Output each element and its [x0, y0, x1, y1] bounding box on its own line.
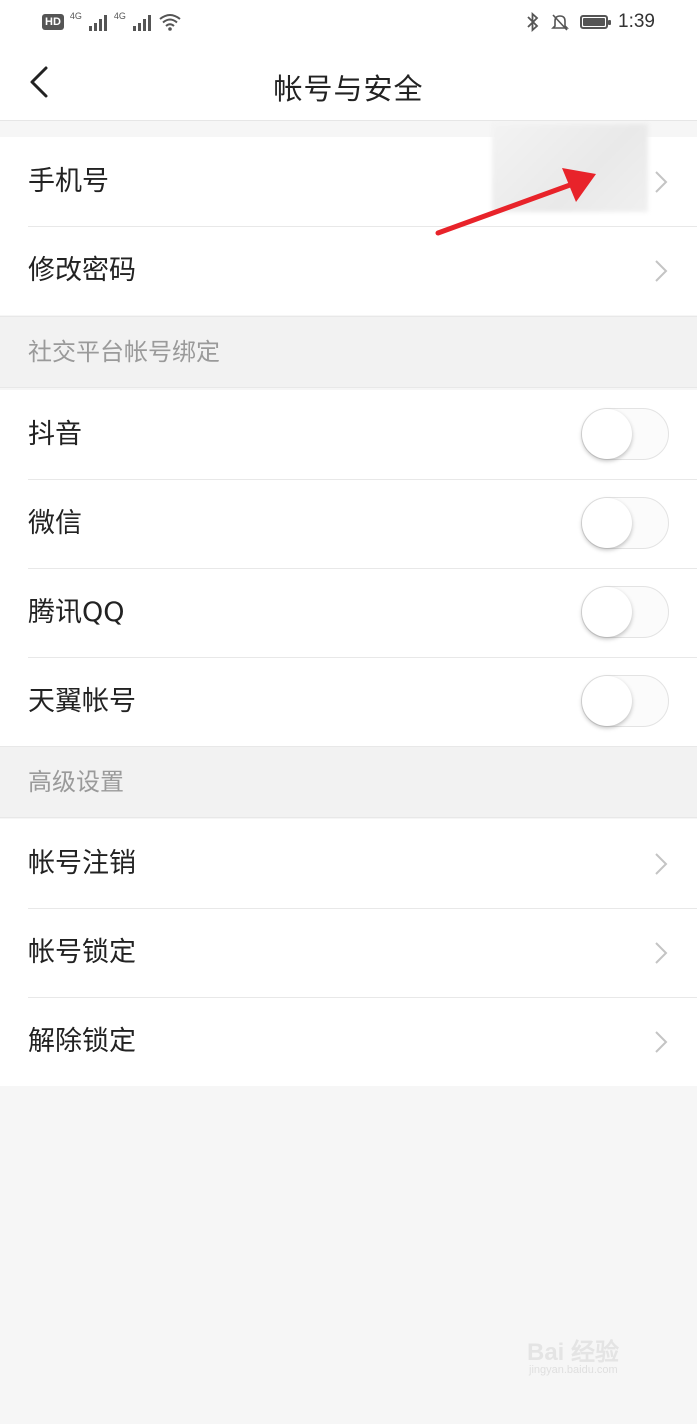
row-label: 手机号 [28, 166, 109, 197]
row-account-cancel[interactable]: 帐号注销 [0, 819, 697, 908]
toggle-knob [582, 676, 632, 726]
row-label: 修改密码 [28, 255, 136, 286]
row-account-lock[interactable]: 帐号锁定 [0, 908, 697, 997]
toggle-knob [582, 587, 632, 637]
network-type-label: 4G [69, 11, 82, 21]
social-binding-group: 抖音 微信 腾讯QQ 天翼帐号 [0, 390, 697, 746]
hd-badge: HD [42, 14, 64, 30]
row-label: 微信 [28, 508, 82, 539]
status-time: 1:39 [618, 11, 655, 32]
chevron-right-icon [655, 260, 668, 282]
row-label: 腾讯QQ [28, 597, 125, 628]
bluetooth-icon [527, 12, 539, 32]
chevron-right-icon [655, 853, 668, 875]
wechat-toggle[interactable] [581, 497, 669, 549]
signal-icon-2 [132, 15, 151, 31]
section-header-advanced: 高级设置 [0, 746, 697, 818]
wifi-icon [159, 14, 181, 31]
status-bar: HD 4G 4G 1:39 [0, 0, 697, 44]
section-header-label: 高级设置 [28, 768, 124, 796]
page-title: 帐号与安全 [273, 72, 424, 106]
toggle-knob [582, 409, 632, 459]
chevron-right-icon [655, 171, 668, 193]
row-tianyi: 天翼帐号 [0, 657, 697, 746]
qq-toggle[interactable] [581, 586, 669, 638]
watermark-text: Bai 经验 [527, 1339, 620, 1366]
douyin-toggle[interactable] [581, 408, 669, 460]
section-header-label: 社交平台帐号绑定 [28, 338, 220, 366]
row-unlock[interactable]: 解除锁定 [0, 997, 697, 1086]
status-bar-left: HD 4G 4G [42, 10, 182, 34]
signal-icon [88, 15, 107, 31]
network-type-label-2: 4G [113, 11, 126, 21]
annotation-arrow-icon [435, 168, 596, 236]
chevron-right-icon [655, 1031, 668, 1053]
toggle-knob [582, 498, 632, 548]
row-label: 帐号注销 [28, 848, 136, 879]
row-label: 天翼帐号 [28, 686, 136, 717]
row-label: 解除锁定 [28, 1026, 136, 1057]
row-wechat: 微信 [0, 479, 697, 568]
row-qq: 腾讯QQ [0, 568, 697, 657]
row-douyin: 抖音 [0, 390, 697, 479]
chevron-right-icon [655, 942, 668, 964]
row-label: 帐号锁定 [28, 937, 136, 968]
nav-bar: 帐号与安全 [0, 44, 697, 121]
tianyi-toggle[interactable] [581, 675, 669, 727]
section-header-social: 社交平台帐号绑定 [0, 316, 697, 388]
advanced-settings-group: 帐号注销 帐号锁定 解除锁定 [0, 819, 697, 1086]
watermark: Bai 经验 jingyan.baidu.com [527, 1328, 657, 1388]
battery-icon [580, 15, 612, 29]
watermark-subtext: jingyan.baidu.com [529, 1364, 618, 1376]
status-bar-right: 1:39 [526, 10, 655, 34]
row-label: 抖音 [28, 419, 82, 450]
mute-bell-icon [551, 14, 569, 31]
